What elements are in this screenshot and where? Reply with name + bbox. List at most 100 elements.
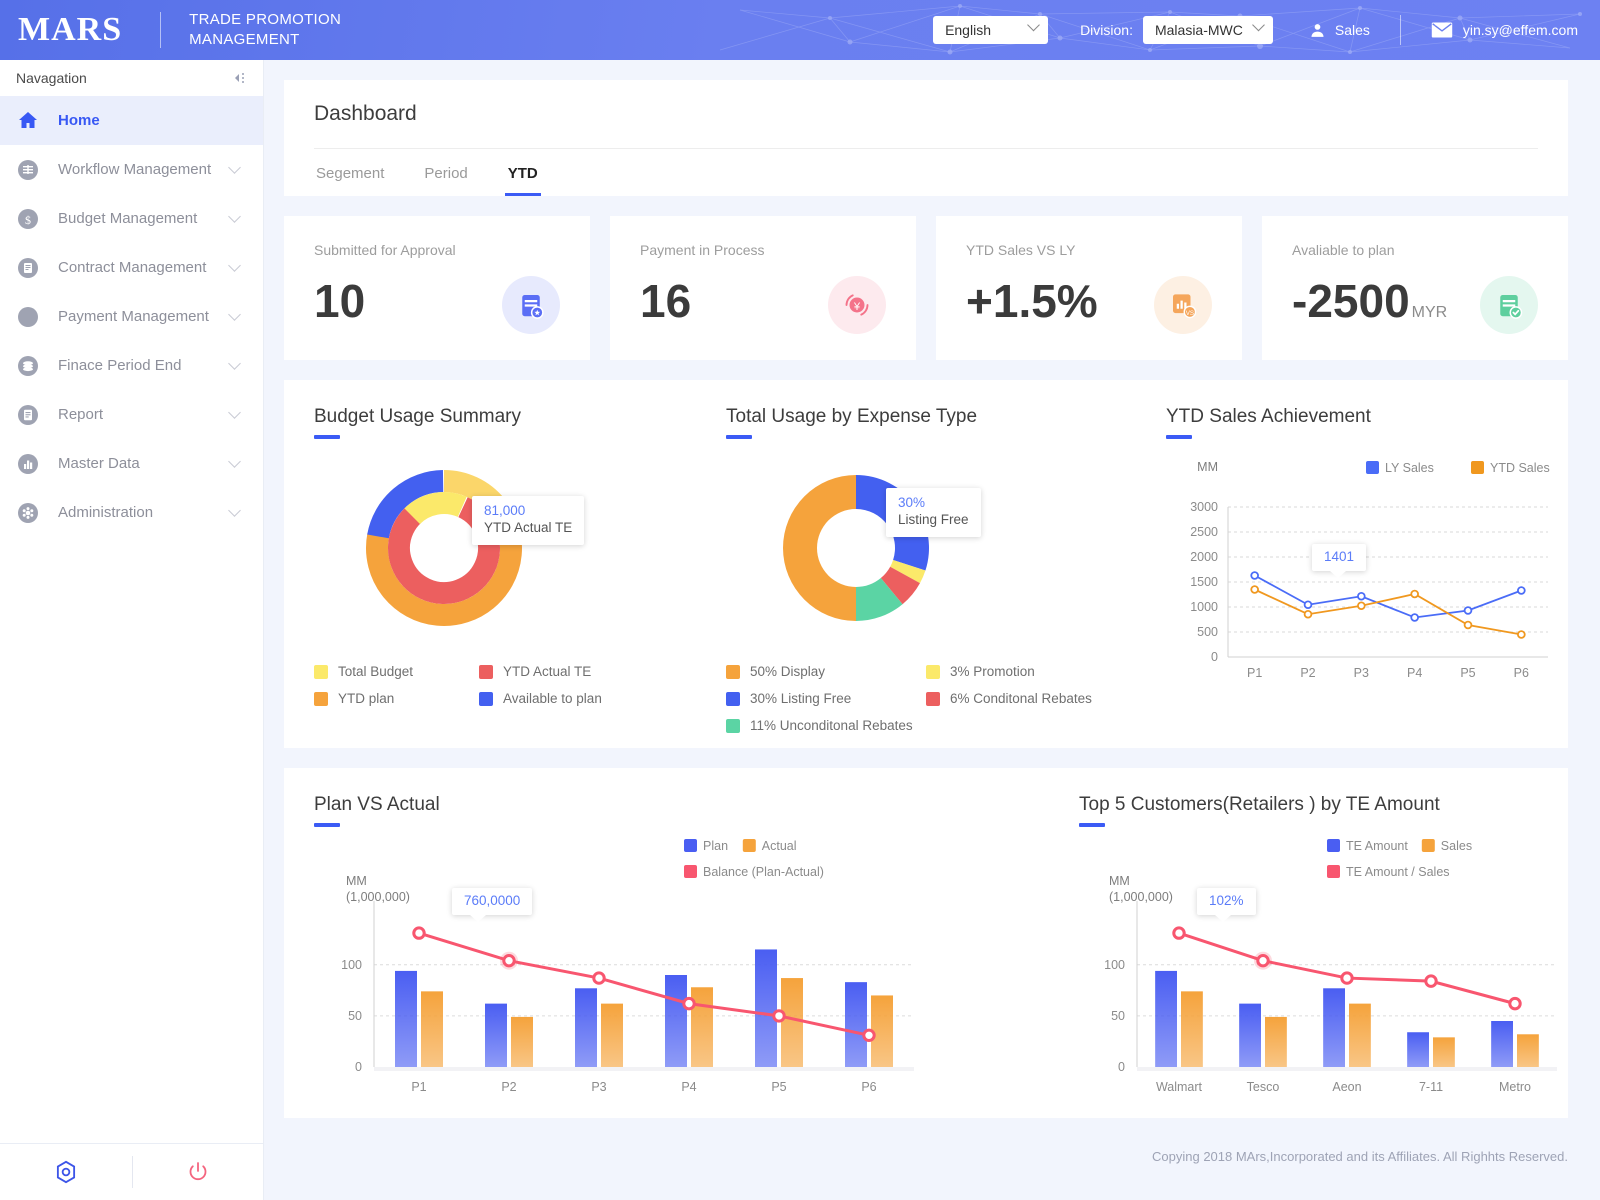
- header-divider-2: [1399, 15, 1401, 45]
- title-accent: [314, 435, 340, 439]
- plan-vs-actual-tooltip: 760,0000: [452, 888, 533, 922]
- legend-swatch: [314, 664, 328, 679]
- language-select[interactable]: English: [933, 16, 1049, 44]
- sidebar-item-finace-period-end[interactable]: Finace Period End: [0, 341, 263, 390]
- sidebar-item-report[interactable]: Report: [0, 390, 263, 439]
- main-content: Dashboard Segement Period YTD Submitted fo…: [264, 60, 1600, 1200]
- kpi-card-submitted-for-approval[interactable]: Submitted for Approval 10: [284, 216, 590, 360]
- tooltip-label: Listing Free: [898, 511, 969, 527]
- legend-label: YTD Actual TE: [503, 664, 592, 679]
- svg-text:Actual: Actual: [762, 839, 797, 853]
- collapse-sidebar-icon[interactable]: [233, 72, 247, 84]
- sidebar-item-contract-management[interactable]: Contract Management: [0, 243, 263, 292]
- legend-swatch: [479, 664, 493, 679]
- tooltip-label: YTD Actual TE: [484, 519, 573, 535]
- settings-button[interactable]: [0, 1159, 132, 1185]
- svg-text:0: 0: [1211, 650, 1218, 664]
- kpi-label: YTD Sales VS LY: [966, 242, 1076, 258]
- svg-text:3000: 3000: [1190, 500, 1218, 514]
- language-select-value: English: [945, 22, 991, 38]
- logout-button[interactable]: [133, 1160, 265, 1184]
- sidebar-footer: [0, 1143, 264, 1200]
- legend-label: Total Budget: [338, 664, 414, 679]
- svg-text:YTD Sales: YTD Sales: [1490, 461, 1550, 475]
- top5-title: Top 5 Customers(Retailers ) by TE Amount: [1079, 794, 1440, 815]
- division-select[interactable]: Malasia-MWC: [1142, 16, 1273, 44]
- svg-text:Walmart: Walmart: [1156, 1080, 1203, 1094]
- dashboard-header: Dashboard Segement Period YTD: [284, 80, 1568, 196]
- svg-text:MM: MM: [346, 874, 367, 888]
- sidebar-item-home[interactable]: Home: [0, 96, 263, 145]
- title-accent: [726, 435, 752, 439]
- dashboard-tabs: Segement Period YTD: [314, 149, 1538, 196]
- chevron-down-icon[interactable]: [228, 210, 241, 223]
- plan-vs-actual-title: Plan VS Actual: [314, 794, 440, 815]
- kpi-card-payment-in-process[interactable]: Payment in Process 16 ¥: [610, 216, 916, 360]
- charts-row-1: Budget Usage Summary 81,000 YTD Actual T…: [284, 380, 1568, 748]
- svg-text:500: 500: [1197, 625, 1218, 639]
- app-header: MARS TRADE PROMOTION MANAGEMENT English …: [0, 0, 1600, 60]
- sidebar-item-workflow-management[interactable]: Workflow Management: [0, 145, 263, 194]
- mail-icon: [1431, 22, 1453, 38]
- kpi-unit: MYR: [1411, 304, 1448, 321]
- svg-text:P4: P4: [681, 1080, 696, 1094]
- legend-item: Total Budget: [314, 664, 479, 679]
- svg-text:1500: 1500: [1190, 575, 1218, 589]
- chevron-down-icon[interactable]: [228, 455, 241, 468]
- tab-period[interactable]: Period: [424, 149, 467, 196]
- legend-swatch: [479, 691, 493, 706]
- sidebar-nav-list: Home Workflow Management $ Budget Managemen…: [0, 96, 263, 537]
- page-title: Dashboard: [314, 102, 417, 125]
- chevron-down-icon[interactable]: [228, 161, 241, 174]
- chart-vs-icon: VS: [1154, 276, 1212, 334]
- svg-text:P5: P5: [1460, 666, 1475, 680]
- top5-tooltip: 102%: [1197, 888, 1256, 922]
- chevron-down-icon[interactable]: [228, 259, 241, 272]
- sidebar-item-label: Master Data: [58, 455, 140, 472]
- legend-item: 11% Unconditonal Rebates: [726, 718, 926, 733]
- administration-icon: [16, 501, 40, 525]
- tab-segement[interactable]: Segement: [316, 149, 384, 196]
- sidebar-item-payment-management[interactable]: Payment Management: [0, 292, 263, 341]
- kpi-label: Payment in Process: [640, 242, 765, 258]
- kpi-card-avaliable-to-plan[interactable]: Avaliable to plan -2500 MYR: [1262, 216, 1568, 360]
- header-divider: [160, 12, 162, 48]
- kpi-card-ytd-sales-vs-ly[interactable]: YTD Sales VS LY +1.5% VS: [936, 216, 1242, 360]
- svg-text:P3: P3: [591, 1080, 606, 1094]
- sidebar-item-budget-management[interactable]: $ Budget Management: [0, 194, 263, 243]
- chevron-down-icon: [1251, 18, 1265, 32]
- tab-label: Segement: [316, 165, 385, 182]
- legend-label: 6% Conditonal Rebates: [950, 691, 1092, 706]
- report-icon: [16, 403, 40, 427]
- user-role[interactable]: Sales: [1309, 22, 1370, 39]
- charts-row-2: Plan VS Actual MM (1,000,000) Plan Actual Ba…: [284, 768, 1568, 1118]
- yen-refresh-icon: ¥: [828, 276, 886, 334]
- chevron-down-icon[interactable]: [228, 308, 241, 321]
- svg-text:0: 0: [355, 1060, 362, 1074]
- svg-text:2000: 2000: [1190, 550, 1218, 564]
- budget-usage-donut: [366, 470, 522, 626]
- user-email[interactable]: yin.sy@effem.com: [1431, 22, 1578, 38]
- app-title-line2: MANAGEMENT: [189, 31, 300, 48]
- kpi-label: Submitted for Approval: [314, 242, 456, 258]
- user-icon: [1311, 23, 1324, 37]
- division-select-value: Malasia-MWC: [1154, 22, 1243, 38]
- svg-text:$: $: [25, 213, 31, 227]
- chevron-down-icon[interactable]: [228, 406, 241, 419]
- sidebar-item-label: Contract Management: [58, 259, 207, 276]
- sidebar-item-administration[interactable]: Administration: [0, 488, 263, 537]
- kpi-cards: Submitted for Approval 10 Payment in Proce…: [284, 216, 1568, 360]
- ytd-sales-tooltip: 1401: [1312, 544, 1367, 578]
- legend-item: 50% Display: [726, 664, 926, 679]
- ytd-sales-plot: MM LY Sales YTD Sales 0 500 1000 1500 2000 2500 3…: [1190, 460, 1550, 680]
- kpi-label: Avaliable to plan: [1292, 242, 1395, 258]
- tooltip-value: 1401: [1324, 549, 1355, 564]
- header-controls: English Division: Malasia-MWC Sales yin.…: [933, 15, 1600, 45]
- sidebar-item-master-data[interactable]: Master Data: [0, 439, 263, 488]
- tab-ytd[interactable]: YTD: [504, 149, 541, 196]
- chevron-down-icon[interactable]: [228, 357, 241, 370]
- svg-text:(1,000,000): (1,000,000): [1109, 890, 1173, 904]
- chevron-down-icon[interactable]: [228, 504, 241, 517]
- top5-plot: MM (1,000,000) TE Amount Sales TE Amount / S…: [1104, 839, 1557, 1094]
- svg-text:VS: VS: [1186, 310, 1194, 317]
